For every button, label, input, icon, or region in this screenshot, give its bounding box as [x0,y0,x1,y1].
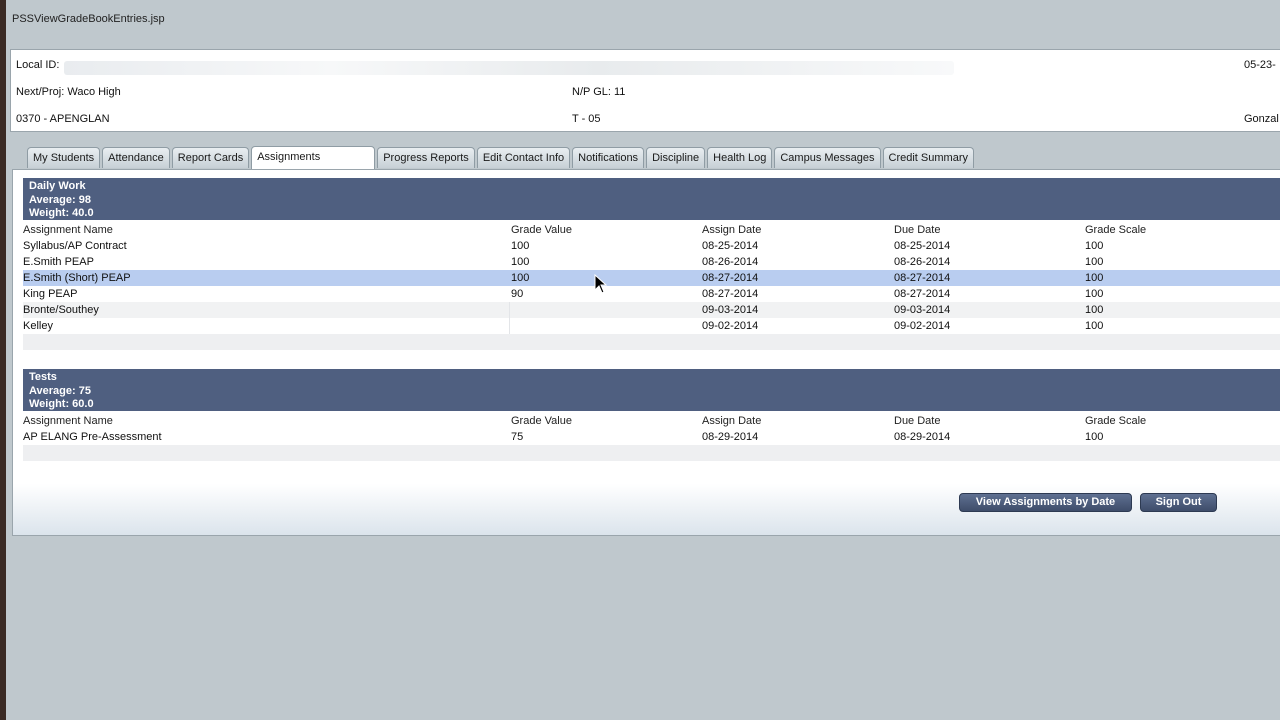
table-footer-row [23,334,1280,350]
tests-column-headers: Assignment Name Grade Value Assign Date … [23,413,1280,429]
tab-edit-contact-info[interactable]: Edit Contact Info [476,147,571,168]
redacted-info [64,61,954,75]
col-grade-scale: Grade Scale [1085,415,1147,427]
assignment-name: King PEAP [23,288,78,300]
assignment-name: AP ELANG Pre-Assessment [23,431,162,443]
daily-work-title: Daily Work [29,180,86,192]
teacher-value: Gonzal [1244,113,1279,125]
due-date: 08-25-2014 [894,240,951,252]
col-assignment-name: Assignment Name [23,415,113,427]
window-edge [0,0,6,720]
assignment-name: Bronte/Southey [23,304,99,316]
tab-health-log[interactable]: Health Log [707,147,773,168]
col-assign-date: Assign Date [702,415,762,427]
assignment-name: Kelley [23,320,53,332]
sign-out-button[interactable]: Sign Out [1140,493,1217,512]
tab-attendance[interactable]: Attendance [102,147,170,168]
table-row-selected[interactable]: E.Smith (Short) PEAP 100 08-27-2014 08-2… [23,270,1280,286]
student-info-panel: Local ID: 05-23- Next/Proj: Waco High N/… [10,49,1280,132]
due-date: 08-29-2014 [894,431,951,443]
assign-date: 08-25-2014 [702,240,759,252]
tab-notifications[interactable]: Notifications [572,147,645,168]
tests-weight: Weight: 60.0 [29,398,94,410]
table-row[interactable]: Syllabus/AP Contract 100 08-25-2014 08-2… [23,238,1280,254]
table-row[interactable]: King PEAP 90 08-27-2014 08-27-2014 100 [23,286,1280,302]
grade-scale: 100 [1085,288,1104,300]
view-assignments-by-date-button[interactable]: View Assignments by Date [959,493,1132,512]
assignment-name: E.Smith PEAP [23,256,94,268]
tests-header: Tests Average: 75 Weight: 60.0 [23,369,1280,411]
grade-value: 90 [511,288,524,300]
daily-work-weight: Weight: 40.0 [29,207,94,219]
col-grade-value: Grade Value [511,224,572,236]
cell-divider [509,318,510,334]
assign-date: 09-02-2014 [702,320,759,332]
tab-report-cards[interactable]: Report Cards [171,147,250,168]
due-date: 09-02-2014 [894,320,951,332]
daily-work-header: Daily Work Average: 98 Weight: 40.0 [23,178,1280,220]
assign-date: 08-26-2014 [702,256,759,268]
assign-date: 09-03-2014 [702,304,759,316]
due-date: 09-03-2014 [894,304,951,316]
assign-date: 08-27-2014 [702,272,759,284]
due-date: 08-27-2014 [894,272,951,284]
info-row-course: 0370 - APENGLAN T - 05 Gonzal [16,113,1280,127]
gradebook-panel: Daily Work Average: 98 Weight: 40.0 Assi… [12,169,1280,536]
col-due-date: Due Date [894,224,941,236]
grade-value: 100 [511,272,530,284]
grade-value: 75 [511,431,524,443]
assign-date: 08-27-2014 [702,288,759,300]
tab-assignments[interactable]: Assignments [251,146,376,169]
assign-date: 08-29-2014 [702,431,759,443]
table-row[interactable]: E.Smith PEAP 100 08-26-2014 08-26-2014 1… [23,254,1280,270]
col-grade-value: Grade Value [511,415,572,427]
col-due-date: Due Date [894,415,941,427]
course-value: 0370 - APENGLAN [16,113,110,125]
cell-divider [509,302,510,318]
table-footer-row [23,445,1280,461]
due-date: 08-26-2014 [894,256,951,268]
tab-credit-summary[interactable]: Credit Summary [882,147,974,168]
tests-title: Tests [29,371,57,383]
mouse-cursor-icon [594,274,608,294]
table-row[interactable]: Bronte/Southey 09-03-2014 09-03-2014 100 [23,302,1280,318]
local-id-label: Local ID: [16,59,60,71]
daily-work-column-headers: Assignment Name Grade Value Assign Date … [23,222,1280,238]
assignment-name: E.Smith (Short) PEAP [23,272,131,284]
daily-work-average: Average: 98 [29,193,91,206]
info-row-local-id: Local ID: 05-23- [16,59,1280,75]
next-proj-value: Next/Proj: Waco High [16,86,121,98]
tab-campus-messages[interactable]: Campus Messages [774,147,881,168]
grade-scale: 100 [1085,240,1104,252]
grade-scale: 100 [1085,256,1104,268]
due-date: 08-27-2014 [894,288,951,300]
tab-my-students[interactable]: My Students [27,147,101,168]
np-gl-value: N/P GL: 11 [572,86,626,98]
col-assign-date: Assign Date [702,224,762,236]
grade-value: 100 [511,240,530,252]
col-grade-scale: Grade Scale [1085,224,1147,236]
date-value: 05-23- [1244,59,1276,71]
assignment-name: Syllabus/AP Contract [23,240,127,252]
info-row-school: Next/Proj: Waco High N/P GL: 11 [16,86,1280,100]
grade-scale: 100 [1085,272,1104,284]
grade-scale: 100 [1085,431,1104,443]
tab-progress-reports[interactable]: Progress Reports [377,147,475,168]
grade-value: 100 [511,256,530,268]
col-assignment-name: Assignment Name [23,224,113,236]
table-row[interactable]: Kelley 09-02-2014 09-02-2014 100 [23,318,1280,334]
table-row[interactable]: AP ELANG Pre-Assessment 75 08-29-2014 08… [23,429,1280,445]
term-value: T - 05 [572,113,601,125]
tab-discipline[interactable]: Discipline [646,147,706,168]
nav-tabs: My Students Attendance Report Cards Assi… [27,146,974,169]
page-title: PSSViewGradeBookEntries.jsp [12,13,165,25]
grade-scale: 100 [1085,304,1104,316]
grade-scale: 100 [1085,320,1104,332]
tests-average: Average: 75 [29,384,91,397]
